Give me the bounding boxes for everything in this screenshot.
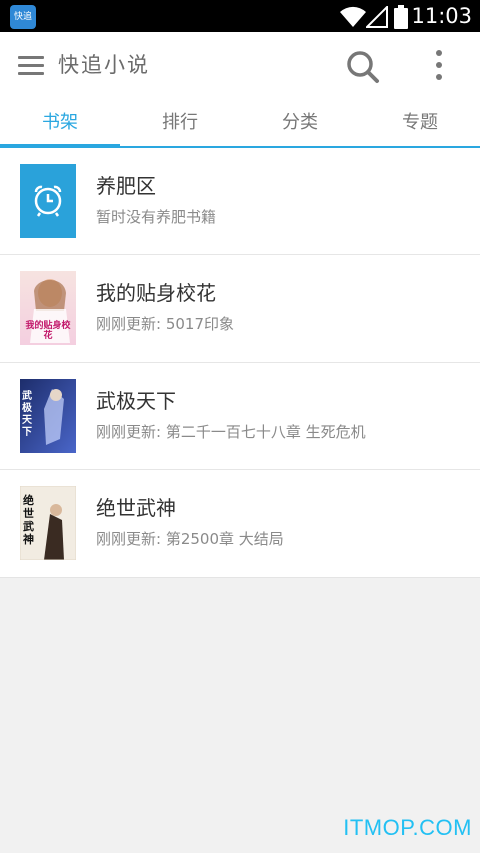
list-item-book[interactable]: 我的贴身校花 我的贴身校花 刚刚更新: 5017印象 (0, 254, 480, 362)
status-bar: 快追 11:03 (0, 0, 480, 32)
book-title: 我的贴身校花 (96, 281, 216, 305)
cover-title: 绝世武神 (23, 494, 34, 546)
app-notification-icon: 快追 (10, 5, 36, 29)
menu-icon[interactable] (18, 56, 44, 76)
more-vert-icon[interactable] (430, 50, 448, 82)
signal-icon (366, 6, 388, 28)
book-cover: 绝世武神 (20, 486, 76, 560)
tab-label: 专题 (402, 112, 438, 133)
tab-bar: 书架 排行 分类 专题 (0, 99, 480, 148)
list-divider (0, 577, 480, 578)
battery-icon (394, 5, 408, 29)
tab-label: 书架 (42, 112, 78, 133)
book-title: 武极天下 (96, 388, 176, 413)
list-item-fatten-area[interactable]: 养肥区 暂时没有养肥书籍 (0, 148, 480, 254)
book-subtitle: 刚刚更新: 第2500章 大结局 (96, 530, 284, 548)
app-bar: 快追小说 (0, 32, 480, 99)
book-subtitle: 刚刚更新: 5017印象 (96, 315, 234, 333)
book-title: 养肥区 (96, 174, 156, 198)
book-list: 养肥区 暂时没有养肥书籍 我的贴身校花 我的贴身校花 刚刚更新: 5017印象 (0, 148, 480, 577)
status-time: 11:03 (411, 4, 472, 28)
tab-label: 分类 (282, 112, 318, 133)
cover-title: 我的贴身校花 (25, 321, 71, 341)
tab-label: 排行 (162, 112, 198, 133)
list-item-book[interactable]: 绝世武神 绝世武神 刚刚更新: 第2500章 大结局 (0, 469, 480, 577)
cover-title: 武极天下 (22, 390, 32, 438)
tab-ranking[interactable]: 排行 (120, 99, 240, 146)
tab-topics[interactable]: 专题 (360, 99, 480, 146)
book-cover: 我的贴身校花 (20, 271, 76, 345)
book-subtitle: 暂时没有养肥书籍 (96, 208, 217, 226)
tab-bookshelf[interactable]: 书架 (0, 99, 120, 148)
list-item-book[interactable]: 武极天下 武极天下 刚刚更新: 第二千一百七十八章 生死危机 (0, 361, 480, 469)
alarm-clock-icon (20, 164, 76, 238)
book-subtitle: 刚刚更新: 第二千一百七十八章 生死危机 (96, 422, 366, 441)
watermark: ITMOP.COM (343, 815, 472, 840)
tab-category[interactable]: 分类 (240, 99, 360, 146)
search-icon[interactable] (346, 50, 380, 84)
wifi-icon (340, 6, 366, 27)
app-title: 快追小说 (58, 53, 150, 77)
book-title: 绝世武神 (96, 496, 176, 520)
book-cover: 武极天下 (20, 378, 76, 453)
